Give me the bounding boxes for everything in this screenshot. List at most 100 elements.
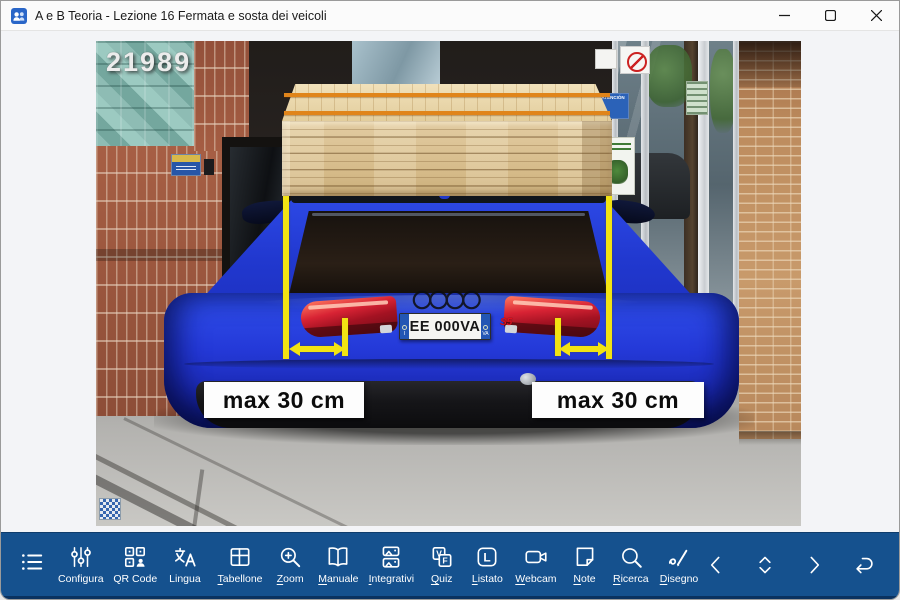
- reverse-light-left: [380, 325, 393, 334]
- arrowhead-icon: [559, 342, 570, 356]
- notes-icon: [572, 544, 598, 570]
- max-30cm-label-right: max 30 cm: [532, 382, 704, 418]
- toolbar-button-webcam[interactable]: Webcam: [516, 533, 556, 585]
- toolbar-label: Note: [573, 573, 595, 585]
- toolbar-label: Ricerca: [613, 573, 649, 585]
- toolbar-label: Webcam: [515, 573, 556, 585]
- manual-book-icon: [325, 544, 351, 570]
- return-arrow-icon: [848, 551, 878, 579]
- wood-load-edge-light: [282, 121, 290, 196]
- next-button[interactable]: [796, 543, 832, 587]
- close-icon: [871, 10, 882, 21]
- plate-number: EE 000VA: [409, 314, 481, 339]
- menu-button[interactable]: [15, 533, 49, 575]
- close-button[interactable]: [853, 1, 899, 31]
- no-smoking-sign: [620, 46, 650, 74]
- toolbar-button-quiz[interactable]: V F Quiz: [425, 533, 459, 585]
- measure-line-load-right: [606, 196, 612, 359]
- navigation-group: [698, 533, 885, 597]
- wood-load-end-shade: [582, 121, 612, 196]
- window-title: A e B Teoria - Lezione 16 Fermata e sost…: [35, 9, 327, 23]
- toolbar-button-ricerca[interactable]: Ricerca: [613, 533, 648, 585]
- bottom-toolbar: Configura QR Code Lingua: [1, 532, 899, 599]
- taillight-right: [503, 296, 601, 339]
- measure-arrow-left: [299, 346, 335, 352]
- integratives-images-icon: [378, 544, 404, 570]
- return-button[interactable]: [845, 543, 881, 587]
- plate-province-band: VA: [481, 314, 490, 339]
- brick-wall-right: [739, 41, 801, 439]
- chevron-left-icon: [703, 551, 729, 579]
- expand-vertical-icon: [751, 551, 779, 579]
- arrowhead-icon: [598, 342, 609, 356]
- arrowhead-icon: [289, 342, 300, 356]
- board-grid-icon: [227, 544, 253, 570]
- max-30cm-label-left: max 30 cm: [204, 382, 364, 418]
- lesson-image[interactable]: ATENCIÓN: [96, 41, 801, 526]
- load-strap: [284, 93, 610, 97]
- toolbar-label: Quiz: [431, 573, 453, 585]
- maximize-icon: [825, 10, 836, 21]
- svg-text:L: L: [484, 551, 491, 565]
- minimize-button[interactable]: [761, 1, 807, 31]
- draw-pen-icon: [666, 544, 692, 570]
- toolbar-button-qr-code[interactable]: QR Code: [114, 533, 156, 585]
- zoom-in-icon: [277, 544, 303, 570]
- title-bar: A e B Teoria - Lezione 16 Fermata e sost…: [1, 1, 899, 31]
- toolbar-button-listato[interactable]: L Listato: [470, 533, 504, 585]
- listing-icon: L: [474, 544, 500, 570]
- toolbar-label: Manuale: [318, 573, 358, 585]
- toolbar-label: Disegno: [660, 573, 699, 585]
- toolbar-label: Listato: [472, 573, 503, 585]
- watermark-icon: [99, 498, 121, 520]
- brick-column-left: [194, 41, 249, 151]
- previous-button[interactable]: [698, 543, 734, 587]
- maximize-button[interactable]: [807, 1, 853, 31]
- audi-rings-logo: [412, 289, 482, 311]
- brick-shadow-top: [739, 41, 801, 87]
- lesson-content-area: ATENCIÓN: [1, 31, 899, 533]
- license-plate: I EE 000VA VA: [399, 313, 491, 340]
- intercom-box: [204, 159, 214, 175]
- bumper-crease: [184, 359, 714, 369]
- measure-arrow-right: [569, 346, 599, 352]
- wood-load-top: [282, 84, 612, 121]
- door-badge: [686, 81, 708, 115]
- chevron-right-icon: [801, 551, 827, 579]
- plate-country-band: I: [400, 314, 409, 339]
- toolbar-button-integrativi[interactable]: Integrativi: [370, 533, 414, 585]
- toolbar-label: Configura: [58, 573, 104, 585]
- toolbar-button-configura[interactable]: Configura: [59, 533, 103, 585]
- car-model-badge: S5: [500, 317, 512, 328]
- small-sign: [595, 49, 617, 69]
- minimize-icon: [779, 10, 790, 21]
- svg-text:F: F: [442, 556, 447, 566]
- app-window: A e B Teoria - Lezione 16 Fermata e sost…: [0, 0, 900, 600]
- toolbar-button-tabellone[interactable]: Tabellone: [218, 533, 261, 585]
- window-controls: [761, 1, 899, 31]
- menu-list-icon: [18, 549, 46, 575]
- toolbar-button-lingua[interactable]: Lingua: [168, 533, 202, 585]
- eu-stars-icon: [483, 325, 488, 330]
- toolbar-label: QR Code: [113, 573, 157, 585]
- brick-recess-band: [96, 249, 224, 261]
- toolbar-button-zoom[interactable]: Zoom: [273, 533, 307, 585]
- toolbar-label: Zoom: [277, 573, 304, 585]
- search-icon: [618, 544, 644, 570]
- eu-stars-icon: [402, 325, 407, 330]
- toolbar-button-manuale[interactable]: Manuale: [319, 533, 358, 585]
- load-strap: [284, 111, 610, 115]
- wood-load-front: [282, 121, 612, 196]
- quiz-vf-icon: V F: [429, 544, 455, 570]
- qr-code-icon: [122, 544, 148, 570]
- toolbar-label: Lingua: [169, 573, 201, 585]
- expand-button[interactable]: [747, 543, 783, 587]
- measure-line-load-left: [283, 196, 289, 359]
- toolbar-button-note[interactable]: Note: [568, 533, 602, 585]
- toolbar-button-disegno[interactable]: Disegno: [660, 533, 698, 585]
- wall-plaque: [171, 154, 201, 176]
- image-number: 21989: [106, 47, 191, 78]
- arrowhead-icon: [334, 342, 345, 356]
- toolbar-label: Integrativi: [369, 573, 415, 585]
- webcam-icon: [523, 544, 549, 570]
